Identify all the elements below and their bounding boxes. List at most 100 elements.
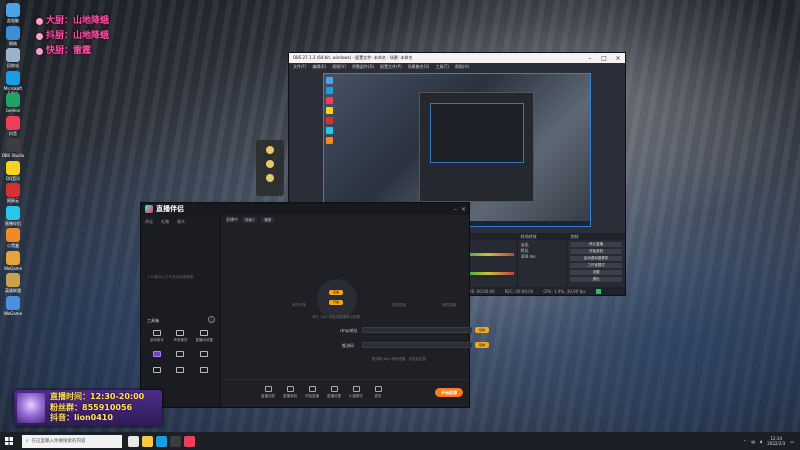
menu-scene-collection[interactable]: 场景集合(S) [408,64,430,70]
info-icon[interactable]: i [208,316,215,323]
volume-icon[interactable]: ◖ [760,439,762,444]
tool-item[interactable] [169,351,193,359]
live-settings-button[interactable]: 直播设置 [326,386,342,399]
desktop-icon[interactable]: 网易云 [1,183,25,203]
start-button[interactable] [0,432,18,450]
tool-game-assistant[interactable]: 游戏助手 [145,330,169,343]
scene-chip[interactable]: 场景1 [242,217,258,223]
menu-docks[interactable]: 停靠部件(D) [352,64,374,70]
clock[interactable]: 12:34 2022/2/3 [767,436,785,446]
duration-input[interactable]: 300 ms [521,254,564,260]
obs-connect-graphic: 直播 开播 [317,279,357,319]
desktop-icon[interactable]: Microsoft Edge [1,70,25,96]
preview-nested-canvas [430,103,524,163]
menu-file[interactable]: 文件(F) [293,64,306,70]
menu-edit[interactable]: 编辑(E) [312,64,326,70]
desktop-icon[interactable]: 网络 [1,25,25,46]
desktop-icon[interactable]: 抖音 [1,115,25,136]
app-icon [6,205,20,220]
option-single-capture[interactable]: 单开采集 [292,303,306,308]
task-view-icon[interactable] [128,435,139,447]
tab-audience[interactable]: 观众 [177,219,185,225]
app-icon [6,48,20,62]
tool-item[interactable] [192,351,216,359]
douyin-taskbar-icon[interactable] [184,435,195,447]
chevron-up-icon[interactable]: ⌃ [743,439,746,444]
badge-line-fan-group: 粉丝群：855910056 [50,402,133,412]
replay-button[interactable]: 直播回放 [260,386,276,399]
close-icon[interactable]: × [611,55,625,62]
window-controls: – □ × [583,55,625,62]
douyin-bottom-bar: 直播回放 直播录制 开始直播 直播设置 小窗模式 更多 开始直播 [222,379,469,407]
desktop-icon[interactable]: WeGame [1,295,25,316]
virtual-camera-button[interactable]: 启动虚拟摄像机 [570,256,622,261]
tool-icon [200,351,209,357]
menu-help[interactable]: 帮助(H) [455,64,469,70]
mini-window-button[interactable]: 小窗模式 [348,386,364,399]
desktop-icon-label: 小黑盒 [7,243,19,248]
exit-button[interactable]: 退出 [570,277,622,282]
edge-icon[interactable] [156,435,167,447]
douyin-live-window[interactable]: 直播伴侣 – × 评论 礼物 观众 1.30版本以下不支持查看弹幕 工具箱 i … [140,202,489,408]
transition-settings: 淡出 时长 300 ms [518,240,567,262]
taskbar-search[interactable]: ⌕ 在这里输入你要搜索的内容 [22,434,122,448]
desktop-icon-label: 网络 [9,40,17,46]
desktop-icon[interactable]: 回收站 [1,48,25,68]
network-icon[interactable]: ▤ [751,439,755,444]
floating-widget[interactable] [256,140,284,196]
menu-view[interactable]: 视图(V) [332,64,346,70]
tool-item[interactable] [192,367,216,375]
desktop-icon[interactable]: QQ音乐 [1,160,25,181]
stream-key-field[interactable] [362,342,472,348]
tool-item[interactable] [169,367,193,375]
desktop-icon-label: OBS Studio [1,153,25,158]
start-live-button[interactable]: 开始直播 [435,388,463,397]
close-icon[interactable]: × [461,206,466,213]
app-icon [6,250,20,265]
studio-mode-button[interactable]: 工作室模式 [570,263,622,268]
desktop-icon[interactable]: 小黑盒 [1,228,25,248]
start-button[interactable]: 开始直播 [304,386,320,399]
tool-sound[interactable]: 声音素材 [169,330,193,343]
copy-key-button[interactable]: 复制 [475,342,489,348]
record-icon [286,386,294,392]
controls-dock: 控制 停止直播 开始录制 启动虚拟摄像机 工作室模式 设置 退出 [567,233,625,289]
desktop-icon[interactable]: OBS Studio [1,138,25,158]
more-button[interactable]: 更多 [370,386,386,399]
desktop-icon[interactable]: 此电脑 [1,3,25,23]
option-landscape[interactable]: 横屏直播 [442,303,456,308]
menu-profile[interactable]: 配置文件(P) [380,64,402,70]
mini-icon [326,127,333,134]
copy-rtmp-button[interactable]: 复制 [475,327,489,333]
file-explorer-icon[interactable] [142,435,153,447]
desktop-icon[interactable]: 英雄联盟 [1,273,25,293]
tool-item[interactable] [145,351,169,359]
record-button[interactable]: 直播录制 [282,386,298,399]
maximize-icon[interactable]: □ [597,55,611,62]
desktop-icon[interactable]: WeGame [1,250,25,271]
tab-comments[interactable]: 评论 [145,219,153,225]
option-portrait[interactable]: 竖屏直播 [392,303,406,308]
tab-gifts[interactable]: 礼物 [161,219,169,225]
rtmp-address-field[interactable] [362,327,472,333]
orientation-chip[interactable]: 横屏 [261,217,275,223]
desktop-icon[interactable]: 直播伴侣 [1,205,25,226]
mini-icon [326,87,333,94]
tool-room-settings[interactable]: 直播间设置 [192,330,216,343]
start-recording-button[interactable]: 开始录制 [570,249,622,254]
douyin-titlebar[interactable]: 直播伴侣 – × [141,203,469,215]
connect-button[interactable]: 直播 [329,290,343,295]
desktop-icon[interactable]: Gemini [1,93,25,113]
obs-titlebar[interactable]: OBS 27.1.3 (64-bit, windows) - 配置文件: 未命名… [289,53,625,63]
settings-button[interactable]: 设置 [570,270,622,275]
go-live-button[interactable]: 开播 [329,300,343,305]
notification-icon[interactable]: ▭ [790,439,794,444]
obs-taskbar-icon[interactable] [170,435,181,447]
stop-streaming-button[interactable]: 停止直播 [570,242,622,247]
minimize-icon[interactable]: – [583,55,597,62]
desktop-icon-label: 英雄联盟 [5,288,21,293]
menu-tools[interactable]: 工具(T) [435,64,449,70]
tool-item[interactable] [145,367,169,375]
badge-line-douyin-id: 抖音：lion0410 [50,413,113,422]
minimize-icon[interactable]: – [454,206,457,213]
